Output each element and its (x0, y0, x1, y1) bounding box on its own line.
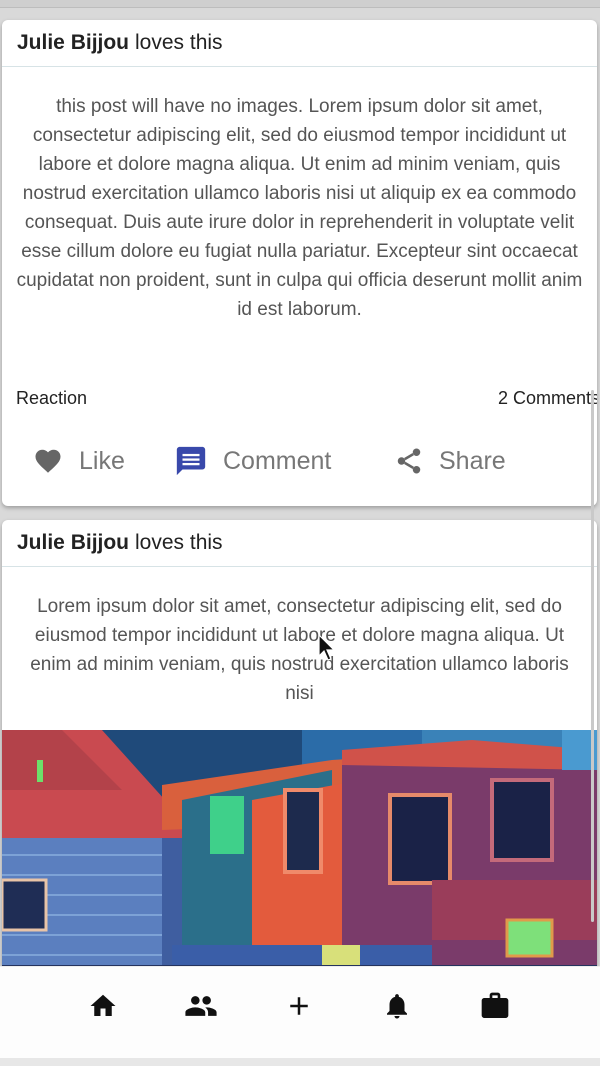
post-action-text: loves this (135, 31, 223, 54)
bottom-navigation (0, 966, 600, 1058)
post-actions: Like Comment Share (2, 441, 597, 481)
reaction-label[interactable]: Reaction (16, 388, 87, 409)
post-image[interactable] (2, 730, 597, 990)
post-card: Julie Bijjou loves this Lorem ipsum dolo… (2, 520, 597, 990)
share-button[interactable]: Share (394, 446, 506, 476)
post-body: Lorem ipsum dolor sit amet, consectetur … (30, 596, 569, 704)
nav-jobs-button[interactable] (478, 989, 512, 1023)
nav-home-button[interactable] (86, 989, 120, 1023)
post-header: Julie Bijjou loves this (2, 20, 597, 67)
friends-icon (185, 996, 217, 1016)
share-icon (394, 446, 424, 476)
comments-count[interactable]: 2 Comments (498, 388, 597, 409)
like-label: Like (79, 446, 125, 475)
heart-icon (32, 446, 64, 476)
mouse-cursor (318, 634, 336, 661)
post-body: this post will have no images. Lorem ips… (16, 96, 583, 320)
nav-notifications-button[interactable] (380, 989, 414, 1023)
post-card: Julie Bijjou loves this this post will h… (2, 20, 597, 506)
post-action-text: loves this (135, 531, 223, 554)
scrollbar[interactable] (591, 390, 594, 922)
post-author[interactable]: Julie Bijjou (17, 31, 129, 55)
nav-add-button[interactable] (282, 989, 316, 1023)
post-author[interactable]: Julie Bijjou (17, 531, 129, 555)
previous-card-edge (0, 0, 600, 8)
news-feed: Julie Bijjou loves this this post will h… (0, 0, 600, 1066)
bottom-edge (0, 1058, 600, 1066)
post-meta: Reaction 2 Comments (16, 388, 597, 409)
comment-icon (174, 444, 208, 478)
nav-friends-button[interactable] (184, 989, 218, 1023)
add-icon (290, 997, 308, 1015)
briefcase-icon (481, 992, 509, 1018)
post-header: Julie Bijjou loves this (2, 520, 597, 567)
comment-label: Comment (223, 446, 332, 475)
like-button[interactable]: Like (32, 446, 125, 476)
home-icon (90, 994, 116, 1016)
share-label: Share (439, 446, 506, 475)
bell-icon (387, 994, 407, 1019)
comment-button[interactable]: Comment (174, 444, 331, 478)
